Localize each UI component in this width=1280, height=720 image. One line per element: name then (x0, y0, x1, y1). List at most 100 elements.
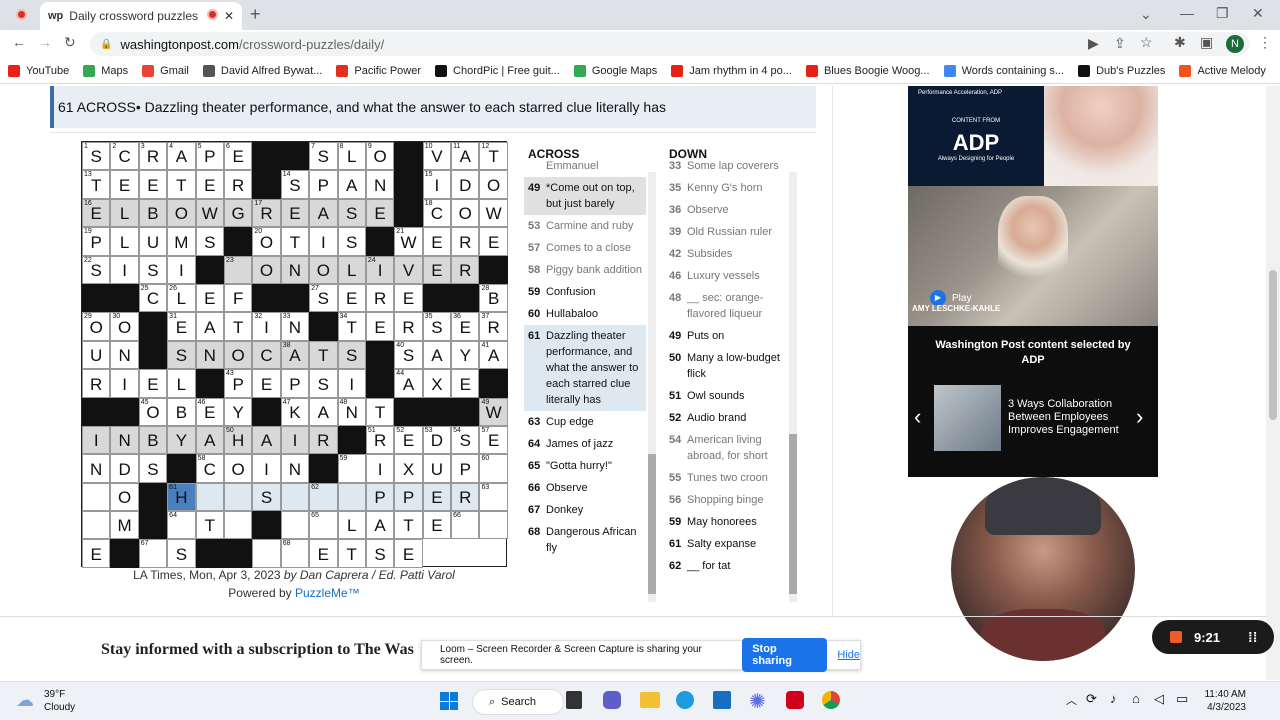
grid-cell[interactable] (195, 482, 224, 512)
grid-cell[interactable]: 24 I (365, 255, 395, 284)
grid-cell[interactable]: I (252, 454, 281, 483)
sync-icon[interactable]: ⟳ (1086, 691, 1097, 707)
grid-cell[interactable]: R (451, 482, 480, 512)
app-icon[interactable] (786, 691, 804, 709)
grid-cell[interactable]: 19 P (82, 227, 111, 256)
store-icon[interactable] (713, 691, 731, 709)
grid-cell[interactable]: 63 (479, 482, 508, 512)
grid-cell[interactable]: A (195, 425, 224, 455)
grid-cell[interactable]: Y (223, 397, 253, 426)
grid-cell[interactable]: R (394, 312, 423, 341)
maximize-icon[interactable]: ❐ (1216, 5, 1229, 22)
bookmark-item[interactable]: Dub's Puzzles (1078, 64, 1165, 77)
grid-cell[interactable]: 32 I (252, 312, 281, 341)
grid-cell[interactable]: T (223, 312, 253, 341)
grid-cell[interactable]: 9O (365, 142, 395, 171)
page-scrollbar[interactable] (1266, 86, 1280, 680)
grid-cell[interactable]: B (167, 397, 196, 426)
grid-cell[interactable]: R (223, 170, 253, 199)
loom-recording-control[interactable]: 9:21 ⁞⁞ (1152, 620, 1274, 654)
grid-cell[interactable]: 16 E (82, 198, 111, 228)
grid-cell[interactable]: C (252, 340, 281, 370)
grid-cell[interactable]: 65 (309, 511, 338, 540)
grid-cell[interactable]: 60 (479, 454, 508, 483)
back-icon[interactable]: ← (12, 34, 26, 50)
clue-item[interactable]: 57 Comes to a close (524, 237, 646, 259)
grid-cell[interactable]: 2C (110, 142, 139, 171)
bookmark-item[interactable]: Jam rhythm in 4 po... (671, 64, 792, 77)
grid-cell[interactable]: 4A (167, 142, 196, 171)
sidepanel-icon[interactable]: ▣ (1200, 34, 1213, 51)
grid-cell[interactable]: 20 O (252, 227, 281, 256)
grid-cell[interactable]: N (195, 340, 224, 370)
grid-cell[interactable]: R (451, 255, 480, 284)
task-view-icon[interactable] (566, 691, 582, 709)
clue-item[interactable]: 51 Owl sounds (665, 385, 787, 407)
grid-cell[interactable]: A (252, 425, 281, 455)
grid-cell[interactable]: E (422, 227, 452, 256)
clue-item[interactable]: 33 Some lap coverers (665, 161, 787, 177)
grid-cell[interactable]: 64 (167, 511, 196, 540)
clue-item[interactable]: 52 Audio brand (665, 407, 787, 429)
grid-cell[interactable]: E (394, 283, 423, 313)
grid-cell[interactable]: 25 C (138, 283, 168, 313)
grid-cell[interactable]: Y (451, 340, 480, 370)
tab-active[interactable]: wp Daily crossword puzzles free ✕ (40, 2, 242, 30)
grid-cell[interactable]: 23 (223, 255, 253, 284)
grid-cell[interactable]: S (167, 539, 196, 568)
taskbar-search[interactable]: ⌕ Search (472, 689, 564, 715)
grid-cell[interactable] (223, 482, 253, 512)
grid-cell[interactable]: 46 E (195, 397, 224, 426)
grid-cell[interactable]: 13 T (82, 170, 111, 199)
grid-cell[interactable]: E (422, 511, 452, 540)
close-window-icon[interactable]: ✕ (1252, 5, 1264, 22)
grid-cell[interactable]: P (394, 482, 423, 512)
chat-icon[interactable] (603, 691, 621, 709)
grid-cell[interactable]: W (195, 198, 224, 228)
clue-item[interactable]: 54 American living abroad, for short (665, 429, 787, 467)
grid-cell[interactable]: 54 S (451, 425, 480, 455)
grid-cell[interactable]: A (309, 198, 338, 228)
clue-item[interactable]: 55 Tunes two croon (665, 467, 787, 489)
grid-cell[interactable]: N (110, 425, 139, 455)
grid-cell[interactable]: 58 C (195, 454, 224, 483)
grid-cell[interactable]: 67 (138, 539, 168, 568)
file-explorer-icon[interactable] (640, 692, 660, 708)
clue-item[interactable]: 36 Observe (665, 199, 787, 221)
grid-cell[interactable]: O (451, 198, 480, 228)
grid-cell[interactable]: O (110, 482, 139, 512)
grid-cell[interactable]: N (280, 255, 310, 284)
grid-cell[interactable]: S (337, 227, 366, 256)
grid-cell[interactable]: P (309, 170, 338, 199)
grid-cell[interactable]: M (110, 511, 139, 540)
clue-item[interactable]: 50 Many a low-budget flick (665, 347, 787, 385)
grid-cell[interactable]: P (365, 482, 395, 512)
grid-cell[interactable]: T (309, 340, 338, 370)
bookmark-item[interactable]: Active Melody (1179, 64, 1266, 77)
star-icon[interactable]: ☆ (1140, 34, 1153, 51)
grid-cell[interactable]: I (110, 369, 139, 398)
grid-cell[interactable]: F (223, 283, 253, 313)
grid-cell[interactable]: T (337, 539, 366, 568)
clue-item[interactable]: 59 May honorees (665, 511, 787, 533)
grid-cell[interactable]: 38 A (280, 340, 310, 370)
grid-cell[interactable]: L (110, 227, 139, 256)
grid-cell[interactable]: S (138, 255, 168, 284)
grid-cell[interactable]: L (110, 198, 139, 228)
grid-cell[interactable]: O (223, 340, 253, 370)
grid-cell[interactable]: E (479, 227, 508, 256)
grid-cell[interactable]: U (82, 340, 111, 370)
grid-cell[interactable]: I (167, 255, 196, 284)
grid-cell[interactable]: U (422, 454, 452, 483)
edge-icon[interactable] (676, 691, 694, 709)
windows-start-icon[interactable] (440, 692, 458, 710)
grid-cell[interactable]: E (365, 312, 395, 341)
grid-cell[interactable]: 11 A (451, 142, 480, 171)
grid-cell[interactable]: 40 S (394, 340, 423, 370)
bookmark-item[interactable]: Blues Boogie Woog... (805, 64, 930, 77)
grid-cell[interactable]: 30 O (110, 312, 139, 341)
grid-cell[interactable]: 48 N (337, 397, 366, 426)
grid-cell[interactable] (479, 511, 508, 540)
grid-cell[interactable]: X (394, 454, 423, 483)
grid-cell[interactable]: E (252, 369, 281, 398)
